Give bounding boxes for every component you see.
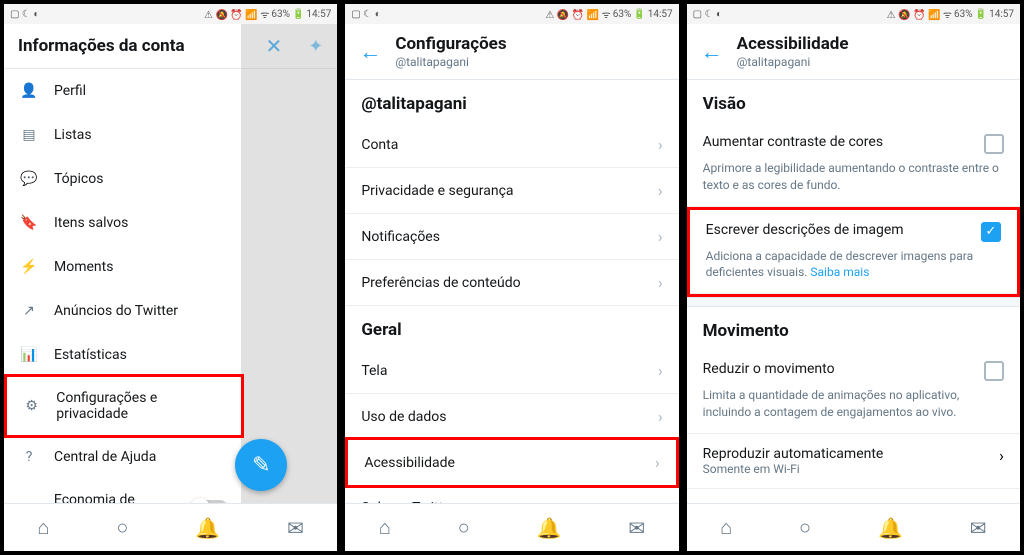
row-reduzir-movimento[interactable]: Reduzir o movimento (687, 349, 1020, 385)
chevron-right-icon: › (658, 273, 663, 292)
contrast-checkbox[interactable] (984, 134, 1004, 154)
menu-anuncios[interactable]: ↗Anúncios do Twitter (4, 289, 244, 333)
menu-moments[interactable]: ⚡Moments (4, 245, 244, 289)
row-acessibilidade[interactable]: Acessibilidade› (345, 437, 678, 488)
section-movimento: Movimento (687, 307, 1020, 349)
menu-topicos[interactable]: 💬Tópicos (4, 157, 244, 201)
arrow-icon: ↗ (20, 302, 38, 320)
search-icon[interactable]: ○ (116, 515, 128, 540)
menu-ajuda[interactable]: ?Central de Ajuda (4, 435, 244, 479)
screen3-header: ← Acessibilidade @talitapagani (687, 24, 1020, 80)
back-icon[interactable]: ← (701, 39, 723, 65)
reduce-desc: Limita a quantidade de animações no apli… (687, 385, 1020, 434)
stats-icon: 📊 (20, 346, 38, 364)
imgdesc-desc: Adiciona a capacidade de descrever image… (690, 246, 1017, 295)
row-notificacoes[interactable]: Notificações› (345, 214, 678, 260)
bell-icon[interactable]: 🔔 (878, 516, 903, 540)
menu-perfil[interactable]: 👤Perfil (4, 69, 244, 113)
saiba-mais-link[interactable]: Saiba mais (810, 265, 869, 279)
account-menu: 👤Perfil ▤Listas 💬Tópicos 🔖Itens salvos ⚡… (4, 69, 244, 503)
mail-icon[interactable]: ✉ (628, 516, 645, 540)
bell-icon[interactable]: 🔔 (537, 516, 562, 540)
person-icon: 👤 (20, 82, 38, 100)
menu-listas[interactable]: ▤Listas (4, 113, 244, 157)
page-subtitle: @talitapagani (395, 55, 506, 69)
menu-estatisticas[interactable]: 📊Estatísticas (4, 333, 244, 377)
chevron-right-icon: › (999, 446, 1004, 465)
menu-configuracoes[interactable]: ⚙Configurações e privacidade (4, 374, 244, 438)
search-icon[interactable]: ○ (799, 515, 811, 540)
page-title: Informações da conta (18, 36, 185, 56)
home-icon[interactable]: ⌂ (379, 515, 391, 540)
page-subtitle: @talitapagani (737, 55, 849, 69)
menu-economia[interactable]: ◐Economia de dados (4, 479, 244, 503)
chevron-right-icon: › (658, 407, 663, 426)
row-tela[interactable]: Tela› (345, 348, 678, 394)
screen2-header: ← Configurações @talitapagani (345, 24, 678, 80)
status-bar: ▢ ☾ ◐ ⚠ 🔕 ⏰ 📶 ᯤ 63% 🔋 14:57 (4, 4, 337, 24)
page-title: Acessibilidade (737, 34, 849, 54)
compose-fab[interactable]: ✎ (235, 439, 287, 491)
help-icon: ? (20, 448, 38, 466)
reduce-checkbox[interactable] (984, 361, 1004, 381)
chat-icon: 💬 (20, 170, 38, 188)
row-autoplay[interactable]: Reproduzir automaticamente Somente em Wi… (687, 434, 1020, 489)
back-icon[interactable]: ← (359, 39, 381, 65)
status-bar: ▢ ☾ ◐ ⚠ 🔕 ⏰ 📶 ᯤ 63% 🔋 14:57 (345, 4, 678, 24)
bolt-icon: ⚡ (20, 258, 38, 276)
row-preferencias[interactable]: Preferências de conteúdo› (345, 260, 678, 306)
list-icon: ▤ (20, 126, 38, 144)
mail-icon[interactable]: ✉ (970, 516, 987, 540)
imgdesc-checkbox[interactable]: ✓ (981, 222, 1001, 242)
chevron-right-icon: › (658, 181, 663, 200)
row-descricoes-imagem[interactable]: Escrever descrições de imagem ✓ (690, 210, 1017, 246)
row-contraste[interactable]: Aumentar contraste de cores (687, 122, 1020, 158)
home-icon[interactable]: ⌂ (720, 515, 732, 540)
search-icon[interactable]: ○ (458, 515, 470, 540)
bookmark-icon: 🔖 (20, 214, 38, 232)
chevron-right-icon: › (655, 453, 660, 472)
section-account: @talitapagani (345, 80, 678, 122)
section-geral: Geral (345, 306, 678, 348)
status-bar: ▢ ☾ ◐ ⚠ 🔕 ⏰ 📶 ᯤ 63% 🔋 14:57 (687, 4, 1020, 24)
gear-icon: ⚙ (23, 397, 40, 415)
bell-icon[interactable]: 🔔 (195, 516, 220, 540)
background-overlay (241, 24, 337, 503)
row-privacidade[interactable]: Privacidade e segurança› (345, 168, 678, 214)
accessibility-list: Visão Aumentar contraste de cores Aprimo… (687, 80, 1020, 503)
row-uso-dados[interactable]: Uso de dados› (345, 394, 678, 440)
menu-itens-salvos[interactable]: 🔖Itens salvos (4, 201, 244, 245)
mail-icon[interactable]: ✉ (287, 516, 304, 540)
chevron-right-icon: › (658, 227, 663, 246)
row-conta[interactable]: Conta› (345, 122, 678, 168)
home-icon[interactable]: ⌂ (37, 515, 49, 540)
bottom-nav: ⌂ ○ 🔔 ✉ (345, 503, 678, 551)
page-title: Configurações (395, 34, 506, 54)
chevron-right-icon: › (658, 361, 663, 380)
bottom-nav: ⌂ ○ 🔔 ✉ (687, 503, 1020, 551)
data-saver-toggle[interactable] (192, 500, 228, 503)
contrast-desc: Aprimore a legibilidade aumentando o con… (687, 158, 1020, 207)
settings-list: @talitapagani Conta› Privacidade e segur… (345, 80, 678, 503)
chevron-right-icon: › (658, 135, 663, 154)
bottom-nav: ⌂ ○ 🔔 ✉ (4, 503, 337, 551)
section-visao: Visão (687, 80, 1020, 122)
